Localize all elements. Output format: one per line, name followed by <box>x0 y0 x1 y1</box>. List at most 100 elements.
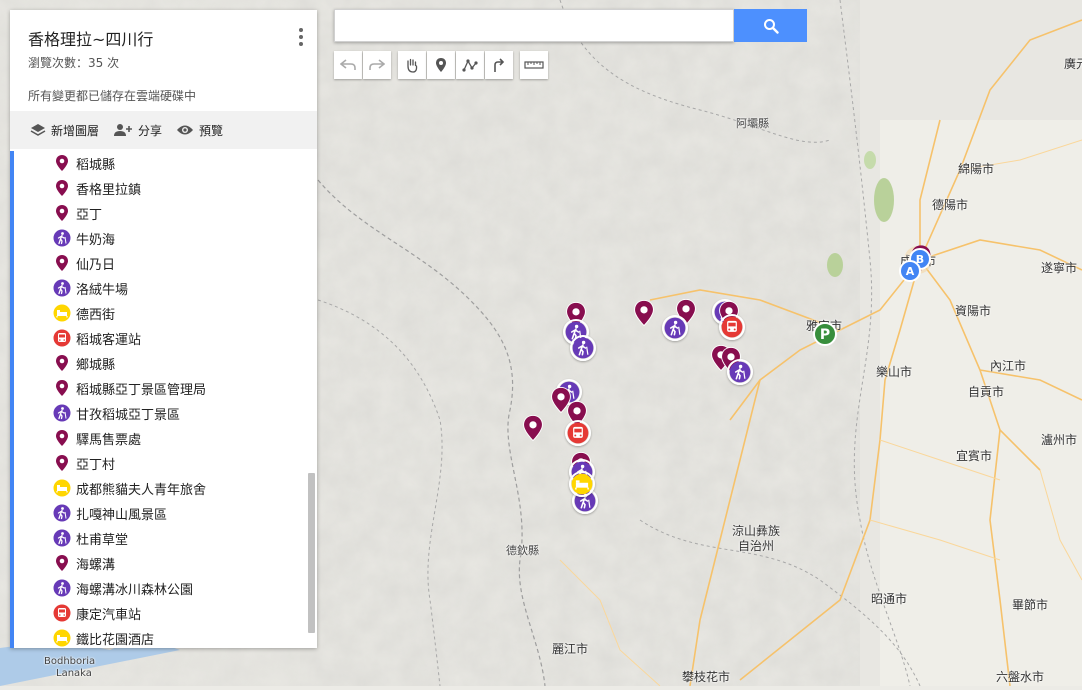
map-label: 內江市 <box>990 359 1027 373</box>
list-item[interactable]: 德西街 <box>53 301 115 325</box>
undo-icon <box>340 59 356 70</box>
map-hiking-marker[interactable] <box>662 315 688 341</box>
pin-icon <box>53 454 71 472</box>
hand-icon <box>407 58 418 73</box>
save-status: 所有變更都已儲存在雲端硬碟中 <box>28 89 197 103</box>
add-person-icon <box>114 124 133 136</box>
list-item-label: 德西街 <box>76 307 116 323</box>
list-item-label: 仙乃日 <box>76 257 116 273</box>
map-hiking-marker[interactable] <box>727 359 753 385</box>
map-label: 阿壩縣 <box>736 117 769 130</box>
map-pin-marker[interactable] <box>633 298 655 328</box>
map-label: 德欽縣 <box>506 544 539 557</box>
parking-marker[interactable]: P <box>813 322 837 346</box>
map-bus-marker[interactable] <box>565 420 591 446</box>
list-item-label: 扎嘎神山風景區 <box>76 507 168 523</box>
search-icon <box>763 18 779 34</box>
place-list: 稻城縣 香格里拉鎮 亞丁 牛奶海仙乃日洛絨牛場德西街稻城客運站鄉城縣稻城縣亞丁景區管理… <box>10 151 317 648</box>
list-item-label: 稻城客運站 <box>76 332 142 348</box>
list-item[interactable]: 扎嘎神山風景區 <box>53 501 167 525</box>
scrollbar[interactable] <box>308 473 315 633</box>
search-input[interactable] <box>334 9 734 42</box>
map-label: 樂山市 <box>876 365 913 379</box>
layer-indicator <box>10 151 14 648</box>
hiking-icon <box>53 229 71 247</box>
svg-text:P: P <box>820 327 830 343</box>
map-label: 攀枝花市 <box>682 670 731 684</box>
layers-icon <box>30 124 46 136</box>
map-label: 資陽市 <box>955 304 992 318</box>
list-item[interactable]: 驛馬售票處 <box>53 426 141 450</box>
map-hiking-marker[interactable] <box>570 335 596 361</box>
list-item[interactable]: 仙乃日 <box>53 251 115 275</box>
list-item-label: 鄉城縣 <box>76 357 116 373</box>
list-item-label: 稻城縣亞丁景區管理局 <box>76 382 207 398</box>
list-item[interactable]: 成都熊貓夫人青年旅舍 <box>53 476 206 500</box>
view-count: 瀏覽次數：35 次 <box>28 56 120 70</box>
ruler-icon <box>524 61 544 69</box>
undo-button[interactable] <box>334 51 362 79</box>
list-item-label: 海螺溝 <box>76 557 116 573</box>
list-item[interactable]: 海螺溝冰川森林公園 <box>53 576 193 600</box>
bus-icon <box>53 604 71 622</box>
hotel-icon <box>53 479 71 497</box>
hotel-icon <box>53 629 71 647</box>
draw-line-button[interactable] <box>456 51 484 79</box>
list-item-label: 杜甫草堂 <box>76 532 129 548</box>
list-item[interactable]: 亞丁村 <box>53 451 115 475</box>
map-label: 昭通市 <box>871 592 908 606</box>
list-item[interactable]: 甘孜稻城亞丁景區 <box>53 401 180 425</box>
map-pin-marker[interactable] <box>522 413 544 443</box>
map-label: 麗江市 <box>552 642 589 656</box>
redo-icon <box>369 59 385 70</box>
preview-button[interactable]: 預覽 <box>176 122 223 139</box>
list-item[interactable]: 杜甫草堂 <box>53 526 128 550</box>
add-marker-button[interactable] <box>427 51 455 79</box>
list-item[interactable]: 稻城客運站 <box>53 326 141 350</box>
list-item[interactable]: 海螺溝 <box>53 551 115 575</box>
pan-tool-button[interactable] <box>398 51 426 79</box>
list-item-label: 亞丁村 <box>76 457 116 473</box>
list-item[interactable]: 洛絨牛場 <box>53 276 128 300</box>
map-title[interactable]: 香格理拉~四川行 <box>28 26 299 50</box>
search-button[interactable] <box>734 9 807 42</box>
pin-icon <box>53 179 71 197</box>
list-item[interactable]: 稻城縣亞丁景區管理局 <box>53 376 206 400</box>
pin-icon <box>53 254 71 272</box>
marker-icon <box>436 58 446 72</box>
list-item[interactable]: 亞丁 <box>53 201 102 225</box>
svg-text:A: A <box>906 265 915 278</box>
list-item-label: 洛絨牛場 <box>76 282 129 298</box>
pin-icon <box>53 354 71 372</box>
directions-button[interactable] <box>485 51 513 79</box>
list-item-label: 驛馬售票處 <box>76 432 142 448</box>
map-label: 六盤水市 <box>996 670 1045 684</box>
list-item[interactable]: 香格里拉鎮 <box>53 176 141 200</box>
list-item-label: 海螺溝冰川森林公園 <box>76 582 194 598</box>
route-point-a[interactable]: A <box>899 260 921 282</box>
list-item[interactable]: 鐵比花園酒店 <box>53 626 154 648</box>
panel-toolbar: 新增圖層 分享 預覽 <box>10 111 317 149</box>
map-label: 德陽市 <box>932 198 969 212</box>
add-layer-button[interactable]: 新增圖層 <box>30 122 99 139</box>
list-item[interactable]: 稻城縣 <box>53 151 115 175</box>
map-legend-panel: 香格理拉~四川行 瀏覽次數：35 次 所有變更都已儲存在雲端硬碟中 新增圖層 分… <box>10 10 317 648</box>
map-bus-marker[interactable] <box>719 314 745 340</box>
measure-button[interactable] <box>520 51 548 79</box>
map-label: 廣元 <box>1064 57 1082 71</box>
list-item[interactable]: 牛奶海 <box>53 226 115 250</box>
more-options-icon[interactable] <box>299 28 303 49</box>
hotel-icon <box>53 304 71 322</box>
hiking-icon <box>53 579 71 597</box>
share-button[interactable]: 分享 <box>113 122 162 139</box>
list-item[interactable]: 鄉城縣 <box>53 351 115 375</box>
draw-line-icon <box>462 59 478 72</box>
list-item[interactable]: 康定汽車站 <box>53 601 141 625</box>
list-item-label: 鐵比花園酒店 <box>76 632 155 648</box>
redo-button[interactable] <box>363 51 391 79</box>
map-label: 畢節市 <box>1012 598 1049 612</box>
hiking-icon <box>53 529 71 547</box>
map-label: 自治州 <box>738 539 775 553</box>
map-label: 宜賓市 <box>956 449 993 463</box>
map-hotel-marker[interactable] <box>569 471 595 497</box>
